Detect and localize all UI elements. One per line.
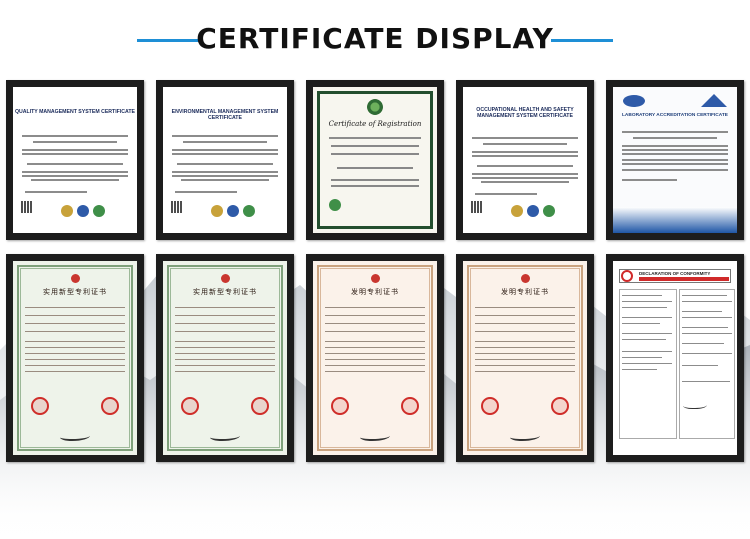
certificate-quality-management[interactable]: QUALITY MANAGEMENT SYSTEM CERTIFICATE bbox=[6, 80, 144, 240]
cnas-logo-icon bbox=[543, 205, 555, 217]
declaration-of-conformity[interactable]: DECLARATION OF CONFORMITY bbox=[606, 254, 744, 462]
official-stamp-icon bbox=[331, 397, 349, 415]
certificate-paper: 发明专利证书 bbox=[313, 261, 437, 455]
certificate-paper: DECLARATION OF CONFORMITY bbox=[613, 261, 737, 455]
globe-seal-icon bbox=[367, 99, 383, 115]
signature-icon bbox=[683, 401, 707, 409]
certificate-paper: 发明专利证书 bbox=[463, 261, 587, 455]
certificate-heading: Certificate of Registration bbox=[328, 120, 422, 128]
certificate-heading: ENVIRONMENTAL MANAGEMENT SYSTEM CERTIFIC… bbox=[171, 109, 279, 121]
national-emblem-icon bbox=[370, 274, 380, 283]
certificate-paper: 实用新型专利证书 bbox=[13, 261, 137, 455]
certificate-of-registration[interactable]: Certificate of Registration bbox=[306, 80, 444, 240]
ilac-logo-icon bbox=[623, 95, 645, 107]
certificate-heading: 实用新型专利证书 bbox=[43, 288, 107, 296]
seal-icon bbox=[511, 205, 523, 217]
official-stamp-icon bbox=[481, 397, 499, 415]
iaf-logo-icon bbox=[527, 205, 539, 217]
certificate-occupational-health-safety[interactable]: OCCUPATIONAL HEALTH AND SAFETY MANAGEMEN… bbox=[456, 80, 594, 240]
patent-certificate-invention-1[interactable]: 发明专利证书 bbox=[306, 254, 444, 462]
certificate-heading: 实用新型专利证书 bbox=[193, 288, 257, 296]
blue-wave-band bbox=[613, 207, 737, 233]
national-emblem-icon bbox=[520, 274, 530, 283]
page-title: CERTIFICATE DISPLAY bbox=[196, 22, 554, 55]
national-emblem-icon bbox=[220, 274, 230, 283]
official-stamp-icon bbox=[101, 397, 119, 415]
official-stamp-icon bbox=[31, 397, 49, 415]
cnas-logo-icon bbox=[93, 205, 105, 217]
official-stamp-icon bbox=[251, 397, 269, 415]
national-emblem-icon bbox=[70, 274, 80, 283]
red-banner bbox=[639, 277, 729, 281]
seal-icon bbox=[211, 205, 223, 217]
official-stamp-icon bbox=[181, 397, 199, 415]
certificate-paper: OCCUPATIONAL HEALTH AND SAFETY MANAGEMEN… bbox=[463, 87, 587, 233]
patent-certificate-utility-model-2[interactable]: 实用新型专利证书 bbox=[156, 254, 294, 462]
iaf-logo-icon bbox=[227, 205, 239, 217]
qr-code-icon bbox=[171, 201, 183, 213]
certificate-heading: QUALITY MANAGEMENT SYSTEM CERTIFICATE bbox=[15, 109, 135, 115]
certificate-heading: 发明专利证书 bbox=[501, 288, 549, 296]
certificate-laboratory-accreditation[interactable]: LABORATORY ACCREDITATION CERTIFICATE bbox=[606, 80, 744, 240]
official-stamp-icon bbox=[551, 397, 569, 415]
certificate-paper: 实用新型专利证书 bbox=[163, 261, 287, 455]
certificate-paper: ENVIRONMENTAL MANAGEMENT SYSTEM CERTIFIC… bbox=[163, 87, 287, 233]
patent-certificate-utility-model-1[interactable]: 实用新型专利证书 bbox=[6, 254, 144, 462]
iaf-logo-icon bbox=[77, 205, 89, 217]
certificate-heading: DECLARATION OF CONFORMITY bbox=[639, 271, 711, 276]
patent-certificate-invention-2[interactable]: 发明专利证书 bbox=[456, 254, 594, 462]
certificate-paper: LABORATORY ACCREDITATION CERTIFICATE bbox=[613, 87, 737, 233]
certificate-paper: QUALITY MANAGEMENT SYSTEM CERTIFICATE bbox=[13, 87, 137, 233]
qr-code-icon bbox=[471, 201, 483, 213]
cnas-logo-icon bbox=[701, 94, 727, 107]
qr-code-icon bbox=[21, 201, 33, 213]
certificate-heading: LABORATORY ACCREDITATION CERTIFICATE bbox=[622, 113, 728, 118]
header-decor-line-right bbox=[551, 39, 613, 42]
official-stamp-icon bbox=[401, 397, 419, 415]
ce-mark-icon bbox=[621, 270, 633, 282]
cnas-logo-icon bbox=[243, 205, 255, 217]
certificate-heading: OCCUPATIONAL HEALTH AND SAFETY MANAGEMEN… bbox=[476, 107, 574, 119]
certificate-paper: Certificate of Registration bbox=[313, 87, 437, 233]
certificate-environmental-management[interactable]: ENVIRONMENTAL MANAGEMENT SYSTEM CERTIFIC… bbox=[156, 80, 294, 240]
section-header: CERTIFICATE DISPLAY bbox=[0, 22, 750, 62]
badge-icon bbox=[329, 199, 341, 211]
certificate-heading: 发明专利证书 bbox=[351, 288, 399, 296]
seal-icon bbox=[61, 205, 73, 217]
